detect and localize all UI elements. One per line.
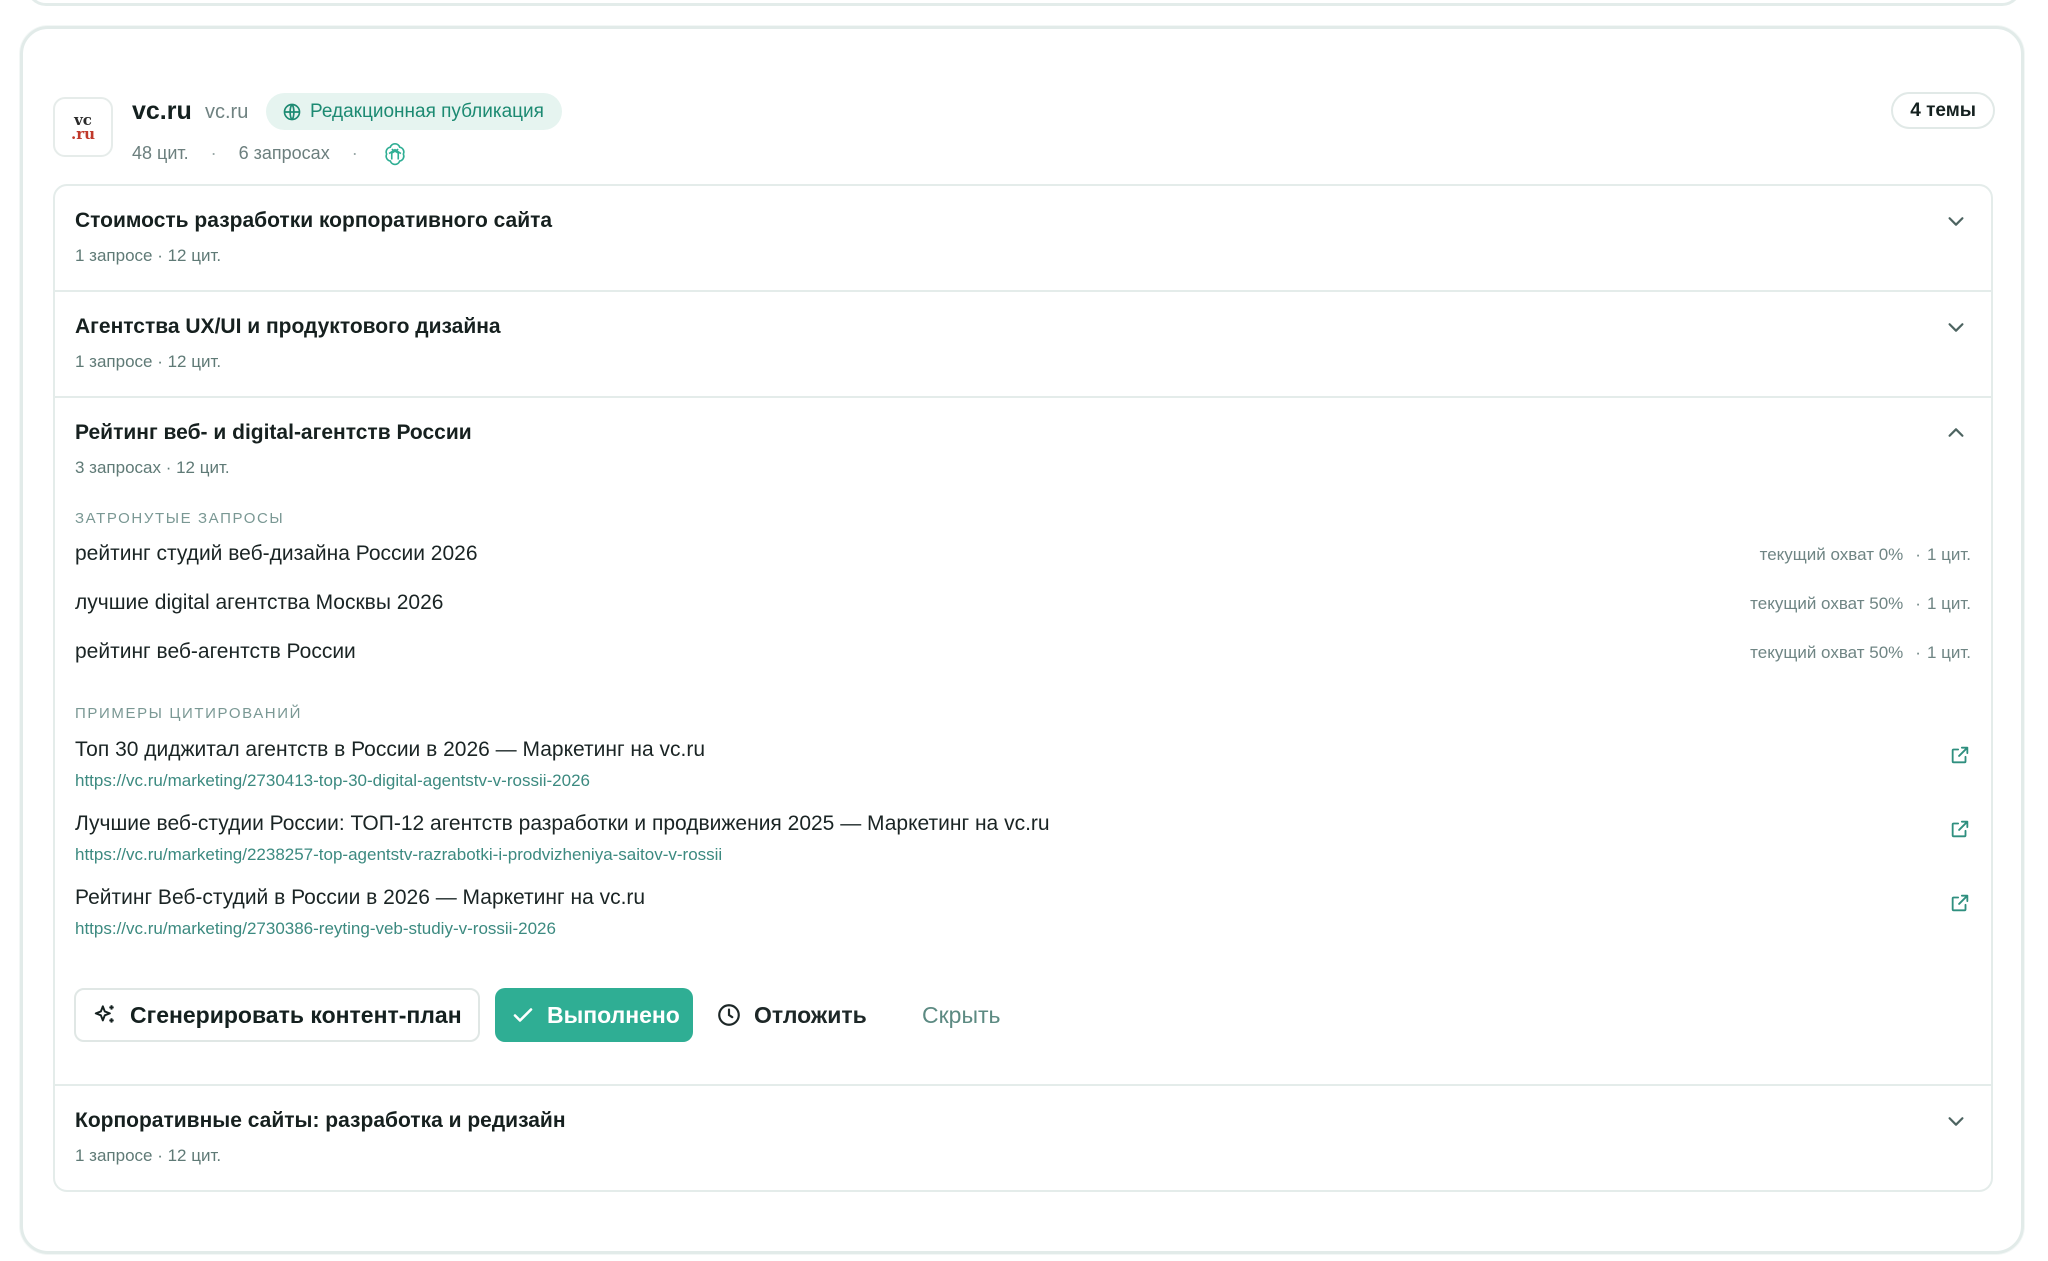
citation-item: Лучшие веб-студии России: ТОП-12 агентст… bbox=[75, 812, 1971, 872]
topic-header[interactable]: Корпоративные сайты: разработка и редиза… bbox=[55, 1086, 1991, 1190]
query-stats: текущий охват 50% · 1 цит. bbox=[1750, 594, 1971, 613]
chevron-down-icon[interactable] bbox=[1945, 1110, 1967, 1132]
topic-meta: 3 запросах · 12 цит. bbox=[75, 458, 230, 477]
topic-header[interactable]: Стоимость разработки корпоративного сайт… bbox=[55, 186, 1991, 290]
query-text: рейтинг студий веб-дизайна России 2026 bbox=[75, 542, 478, 565]
topics-count-pill[interactable]: 4 темы bbox=[1891, 92, 1995, 129]
hide-button[interactable]: Скрыть bbox=[922, 988, 1001, 1042]
previous-card-edge bbox=[26, 0, 2022, 6]
topic-meta: 1 запросе · 12 цит. bbox=[75, 1146, 222, 1165]
query-cites: 1 цит. bbox=[1926, 643, 1971, 662]
citation-url[interactable]: https://vc.ru/marketing/2730413-top-30-d… bbox=[75, 771, 590, 791]
topic-item[interactable]: Стоимость разработки корпоративного сайт… bbox=[55, 186, 1991, 292]
check-icon bbox=[513, 1008, 533, 1022]
query-stats: текущий охват 0% · 1 цит. bbox=[1759, 545, 1971, 564]
citation-examples-label: ПРИМЕРЫ ЦИТИРОВАНИЙ bbox=[75, 705, 302, 722]
query-text: лучшие digital агентства Москвы 2026 bbox=[75, 591, 444, 614]
citation-title: Топ 30 диджитал агентств в России в 2026… bbox=[75, 738, 706, 761]
citation-title: Лучшие веб-студии России: ТОП-12 агентст… bbox=[75, 812, 1050, 835]
postpone-button-label: Отложить bbox=[754, 1001, 867, 1028]
topic-meta: 1 запросе · 12 цит. bbox=[75, 246, 222, 265]
topic-meta: 1 запросе · 12 цит. bbox=[75, 352, 222, 371]
affected-queries-label: ЗАТРОНУТЫЕ ЗАПРОСЫ bbox=[75, 510, 285, 527]
site-domain: vc.ru bbox=[205, 101, 249, 123]
separator-dot: · bbox=[351, 142, 358, 163]
site-name: vc.ru bbox=[132, 97, 192, 125]
chevron-down-icon[interactable] bbox=[1945, 316, 1967, 338]
queries-count: 6 запросах bbox=[238, 142, 330, 163]
topic-item[interactable]: Корпоративные сайты: разработка и редиза… bbox=[55, 1086, 1991, 1190]
query-cites: 1 цит. bbox=[1926, 594, 1971, 613]
separator-dot: · bbox=[210, 142, 217, 163]
openai-logo-icon bbox=[385, 142, 405, 166]
topic-header[interactable]: Рейтинг веб- и digital-агентств России 3… bbox=[55, 398, 1991, 502]
query-cites: 1 цит. bbox=[1926, 545, 1971, 564]
citations-count: 48 цит. bbox=[132, 142, 189, 163]
chevron-down-icon[interactable] bbox=[1945, 210, 1967, 232]
query-text: рейтинг веб-агентств России bbox=[75, 640, 356, 663]
external-link-icon[interactable] bbox=[1949, 892, 1971, 914]
sparkles-icon bbox=[94, 1005, 114, 1023]
query-coverage: текущий охват 50% bbox=[1750, 594, 1904, 613]
globe-icon bbox=[283, 103, 301, 120]
citation-url[interactable]: https://vc.ru/marketing/2730386-reyting-… bbox=[75, 919, 556, 939]
citation-item: Топ 30 диджитал агентств в России в 2026… bbox=[75, 738, 1971, 798]
query-row: рейтинг веб-агентств России текущий охва… bbox=[75, 640, 1971, 670]
topic-title: Рейтинг веб- и digital-агентств России bbox=[75, 421, 472, 444]
citation-url[interactable]: https://vc.ru/marketing/2238257-top-agen… bbox=[75, 845, 722, 865]
site-meta: 48 цит. · 6 запросах · bbox=[132, 140, 408, 166]
postpone-button[interactable]: Отложить bbox=[716, 988, 867, 1042]
topic-title: Стоимость разработки корпоративного сайт… bbox=[75, 209, 553, 232]
publication-type-badge: Редакционная публикация bbox=[266, 93, 562, 130]
logo-text-bottom: .ru bbox=[70, 125, 96, 143]
mark-done-button[interactable]: Выполнено bbox=[495, 988, 693, 1042]
topic-title: Корпоративные сайты: разработка и редиза… bbox=[75, 1109, 566, 1132]
citation-title: Рейтинг Веб-студий в России в 2026 — Мар… bbox=[75, 886, 646, 909]
chevron-up-icon[interactable] bbox=[1945, 422, 1967, 444]
topic-item[interactable]: Агентства UX/UI и продуктового дизайна 1… bbox=[55, 292, 1991, 398]
citation-item: Рейтинг Веб-студий в России в 2026 — Мар… bbox=[75, 886, 1971, 946]
generate-button-label: Сгенерировать контент-план bbox=[130, 1001, 462, 1028]
site-logo: vc .ru bbox=[53, 97, 113, 157]
topic-header[interactable]: Агентства UX/UI и продуктового дизайна 1… bbox=[55, 292, 1991, 396]
external-link-icon[interactable] bbox=[1949, 818, 1971, 840]
topic-actions: Сгенерировать контент-план Выполнено Отл… bbox=[74, 988, 1174, 1044]
query-stats: текущий охват 50% · 1 цит. bbox=[1750, 643, 1971, 662]
external-link-icon[interactable] bbox=[1949, 744, 1971, 766]
topic-item-expanded[interactable]: Рейтинг веб- и digital-агентств России 3… bbox=[55, 398, 1991, 1086]
done-button-label: Выполнено bbox=[547, 1001, 680, 1028]
badge-label: Редакционная публикация bbox=[310, 100, 544, 122]
query-row: рейтинг студий веб-дизайна России 2026 т… bbox=[75, 542, 1971, 572]
topic-title: Агентства UX/UI и продуктового дизайна bbox=[75, 315, 501, 338]
clock-icon bbox=[718, 1004, 740, 1026]
query-coverage: текущий охват 0% bbox=[1759, 545, 1904, 564]
query-coverage: текущий охват 50% bbox=[1750, 643, 1904, 662]
hide-button-label: Скрыть bbox=[922, 1001, 1001, 1028]
generate-content-plan-button[interactable]: Сгенерировать контент-план bbox=[74, 988, 480, 1042]
query-row: лучшие digital агентства Москвы 2026 тек… bbox=[75, 591, 1971, 621]
